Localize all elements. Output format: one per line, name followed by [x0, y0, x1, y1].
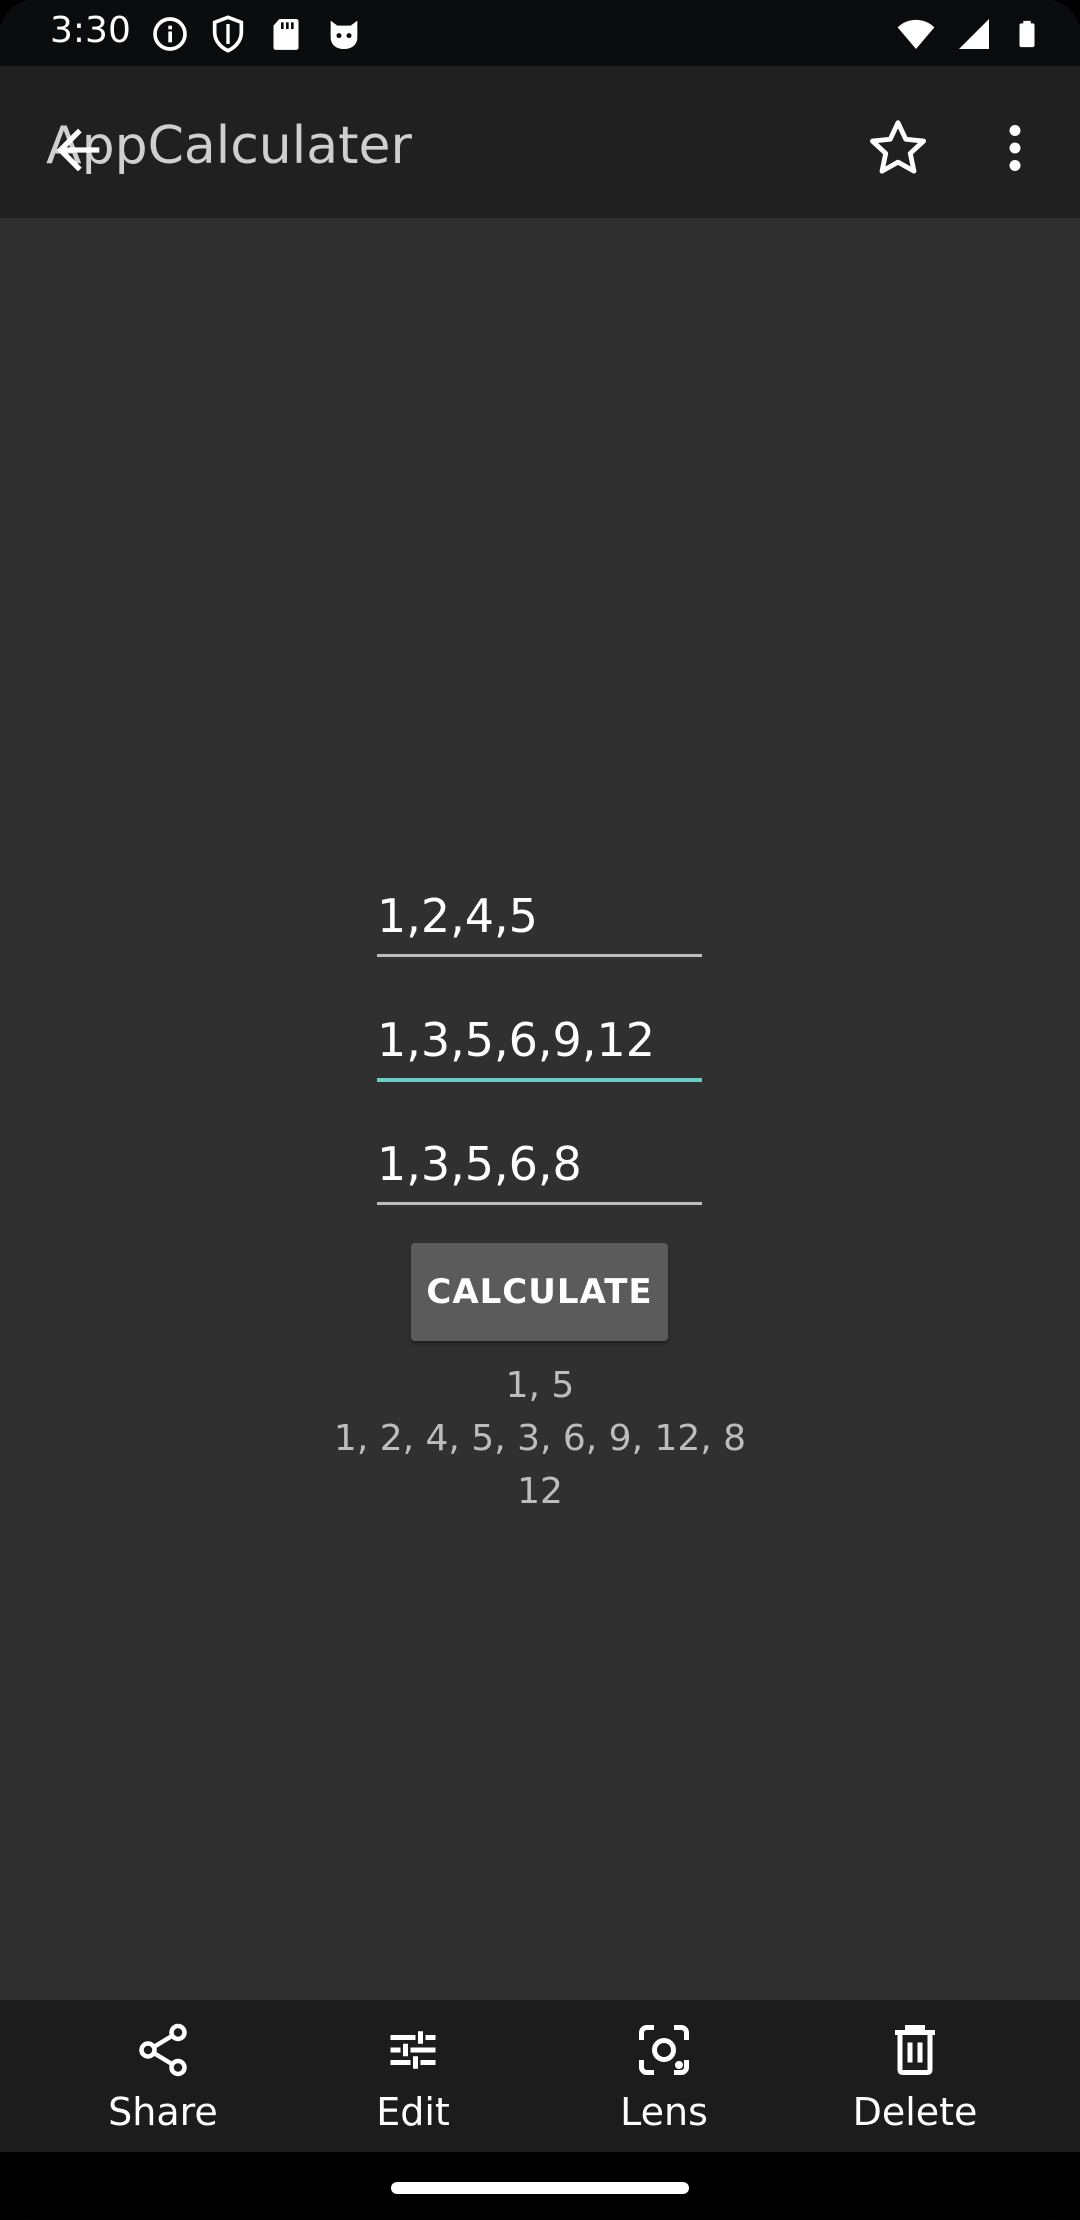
home-gesture-handle[interactable] — [391, 2182, 689, 2194]
wifi-icon — [897, 19, 935, 49]
app-bar: AppCalculater — [0, 66, 1080, 218]
share-button[interactable]: Share — [63, 2020, 263, 2134]
first-set-input[interactable]: 1,2,4,5 — [377, 888, 702, 948]
sd-card-icon — [273, 19, 299, 50]
third-set-underline — [377, 1202, 702, 1205]
calculate-button[interactable]: CALCULATE — [411, 1243, 668, 1341]
first-set-underline — [377, 954, 702, 957]
shield-icon — [212, 15, 244, 53]
delete-label: Delete — [852, 2090, 978, 2134]
info-icon — [153, 17, 187, 51]
second-set-underline — [377, 1078, 702, 1082]
arrow-back-icon[interactable] — [46, 118, 110, 182]
result-line-2: 1, 2, 4, 5, 3, 6, 9, 12, 8 — [333, 1418, 747, 1459]
screen: 3:30 AppCalculater 1,2,4,5 1,3,5,6,9,12 … — [0, 0, 1080, 2220]
result-line-1: 1, 5 — [505, 1365, 575, 1406]
status-notification-icons — [150, 14, 364, 54]
more-vert-icon[interactable] — [985, 116, 1045, 180]
status-system-icons — [896, 14, 1042, 54]
navigation-bar — [0, 2152, 1080, 2220]
star-outline-icon[interactable] — [866, 116, 930, 180]
edit-button[interactable]: Edit — [313, 2020, 513, 2134]
battery-icon — [1019, 20, 1035, 48]
status-time: 3:30 — [50, 10, 131, 51]
second-set-input[interactable]: 1,3,5,6,9,12 — [377, 1012, 702, 1072]
share-icon — [139, 2023, 187, 2077]
result-line-3: 12 — [517, 1471, 563, 1512]
signal-icon — [959, 19, 989, 49]
lens-icon — [639, 2025, 689, 2075]
third-set-input[interactable]: 1,3,5,6,8 — [377, 1136, 702, 1196]
lens-button[interactable]: Lens — [564, 2020, 764, 2134]
lens-label: Lens — [620, 2090, 708, 2134]
delete-button[interactable]: Delete — [815, 2020, 1015, 2134]
share-label: Share — [108, 2090, 218, 2134]
status-bar: 3:30 — [0, 0, 1080, 66]
edit-label: Edit — [376, 2090, 450, 2134]
bottom-action-bar: Share Edit Lens Delete — [0, 2000, 1080, 2152]
trash-icon — [895, 2025, 935, 2075]
tune-icon — [390, 2031, 436, 2069]
cat-icon — [330, 20, 358, 49]
